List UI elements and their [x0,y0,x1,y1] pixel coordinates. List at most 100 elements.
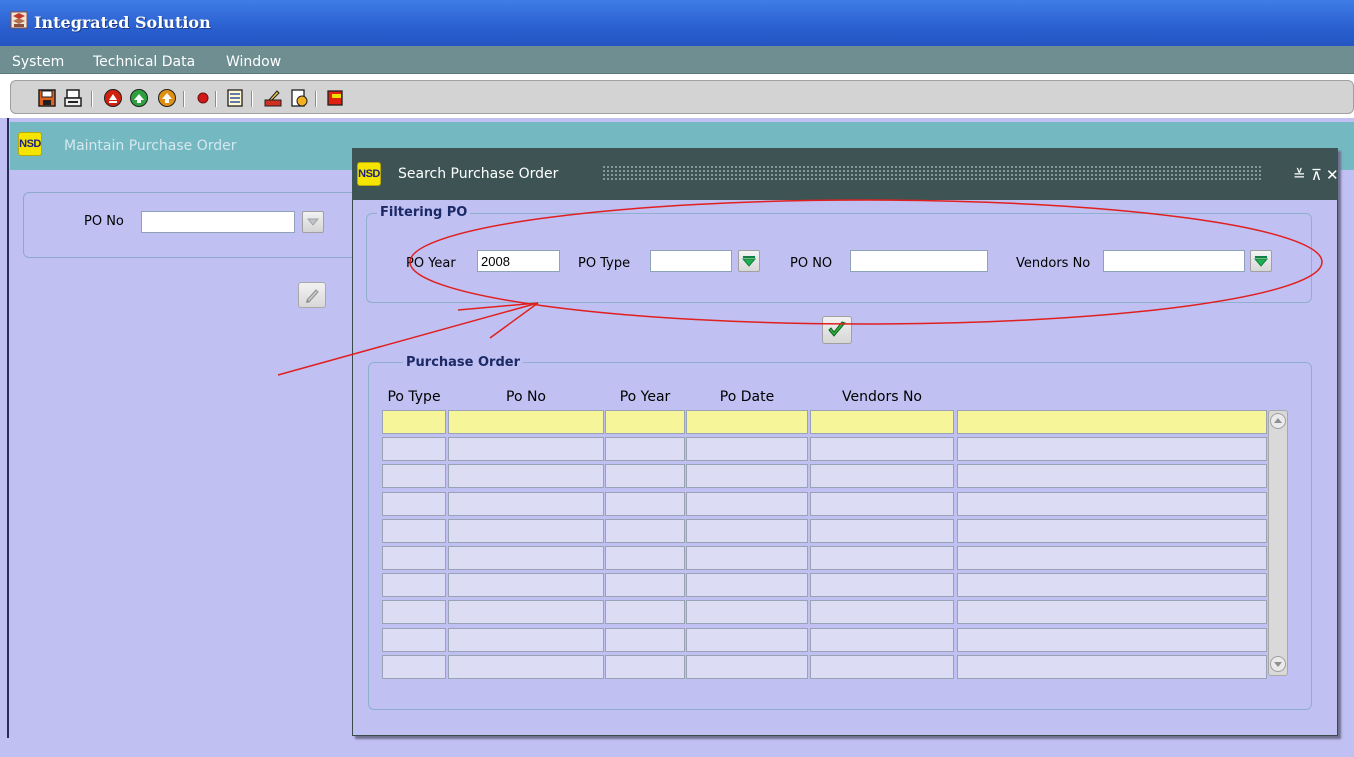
scroll-up-icon[interactable] [1270,413,1286,429]
grid-filler-cell [957,628,1267,652]
stop-icon[interactable] [193,88,213,108]
grid-cell[interactable] [686,410,808,434]
grid-cell[interactable] [448,437,604,461]
po-no-input[interactable] [141,211,295,233]
execute-search-button[interactable] [822,316,852,344]
minimize-icon[interactable]: ≚ [1293,166,1306,184]
grid-cell[interactable] [448,546,604,570]
grid-cell[interactable] [686,519,808,543]
chevron-down-icon [1253,256,1269,267]
grid-cell[interactable] [810,464,954,488]
grid-cell[interactable] [605,519,685,543]
print-icon[interactable] [63,88,83,108]
grid-cell[interactable] [686,600,808,624]
grid-cell[interactable] [382,519,446,543]
nsd-logo: NSD [18,132,42,156]
column-header-vendors-no: Vendors No [842,389,922,405]
grid-cell[interactable] [382,464,446,488]
grid-cell[interactable] [810,600,954,624]
po-type-lov-button[interactable] [738,250,760,272]
grid-filler-cell [957,655,1267,679]
vendors-no-label: Vendors No [1016,256,1091,271]
grid-cell[interactable] [686,573,808,597]
grid-cell[interactable] [448,573,604,597]
grid-cell[interactable] [448,628,604,652]
po-no-lov-button[interactable] [302,211,324,233]
document-icon[interactable] [289,88,309,108]
vendors-no-input[interactable] [1103,250,1245,272]
grid-cell[interactable] [605,655,685,679]
grid-cell[interactable] [448,519,604,543]
grid-cell[interactable] [382,600,446,624]
grid-cell[interactable] [810,573,954,597]
menu-bar: System Technical Data Window [0,46,1354,74]
grid-cell[interactable] [448,600,604,624]
po-type-input[interactable] [650,250,732,272]
main-form-title: Maintain Purchase Order [64,138,237,154]
toolbar-separator [215,91,217,107]
chevron-down-icon [741,256,757,267]
pencil-icon [306,289,319,303]
grid-cell[interactable] [605,492,685,516]
purchase-order-group-title: Purchase Order [403,355,524,370]
save-icon[interactable] [37,88,57,108]
grid-cell[interactable] [605,628,685,652]
grid-cell[interactable] [382,573,446,597]
dialog-title: Search Purchase Order [398,166,559,182]
grid-cell[interactable] [810,655,954,679]
grid-cell[interactable] [686,437,808,461]
grid-cell[interactable] [686,628,808,652]
grid-cell[interactable] [448,492,604,516]
grid-cell[interactable] [605,600,685,624]
menu-technical-data[interactable]: Technical Data [93,54,195,70]
grid-cell[interactable] [382,437,446,461]
grid-cell[interactable] [810,410,954,434]
close-icon[interactable]: ✕ [1326,166,1339,184]
grid-cell[interactable] [605,410,685,434]
grid-cell[interactable] [448,464,604,488]
grid-cell[interactable] [382,546,446,570]
grid-cell[interactable] [382,410,446,434]
grid-filler-cell [957,573,1267,597]
po-no-filter-input[interactable] [850,250,988,272]
grid-cell[interactable] [605,464,685,488]
results-scrollbar[interactable] [1268,410,1288,676]
grid-cell[interactable] [686,655,808,679]
grid-cell[interactable] [448,655,604,679]
vendors-no-lov-button[interactable] [1250,250,1272,272]
grid-cell[interactable] [448,410,604,434]
checkmark-icon [828,321,846,337]
grid-cell[interactable] [686,546,808,570]
grid-cell[interactable] [686,492,808,516]
list-icon[interactable] [225,88,245,108]
app-icon [10,11,28,29]
grid-cell[interactable] [810,546,954,570]
grid-cell[interactable] [605,437,685,461]
grid-cell[interactable] [686,464,808,488]
grid-cell[interactable] [382,492,446,516]
scroll-down-icon[interactable] [1270,656,1286,672]
grid-filler-cell [957,546,1267,570]
grid-cell[interactable] [605,573,685,597]
edit-button[interactable] [298,282,326,308]
next-icon[interactable] [157,88,177,108]
po-year-label: PO Year [406,256,456,271]
menu-window[interactable]: Window [226,54,281,70]
grid-cell[interactable] [382,628,446,652]
grid-cell[interactable] [810,628,954,652]
grid-cell[interactable] [810,492,954,516]
grid-cell[interactable] [605,546,685,570]
menu-system[interactable]: System [12,54,64,70]
po-no-label: PO No [84,214,124,229]
nsd-logo: NSD [357,162,381,186]
maximize-icon[interactable]: ⊼ [1311,166,1322,184]
previous-icon[interactable] [129,88,149,108]
grid-cell[interactable] [810,519,954,543]
grid-filler-cell [957,410,1267,434]
edit-icon[interactable] [263,88,283,108]
grid-cell[interactable] [810,437,954,461]
first-icon[interactable] [103,88,123,108]
grid-cell[interactable] [382,655,446,679]
exit-icon[interactable] [325,88,345,108]
po-year-input[interactable] [477,250,560,272]
